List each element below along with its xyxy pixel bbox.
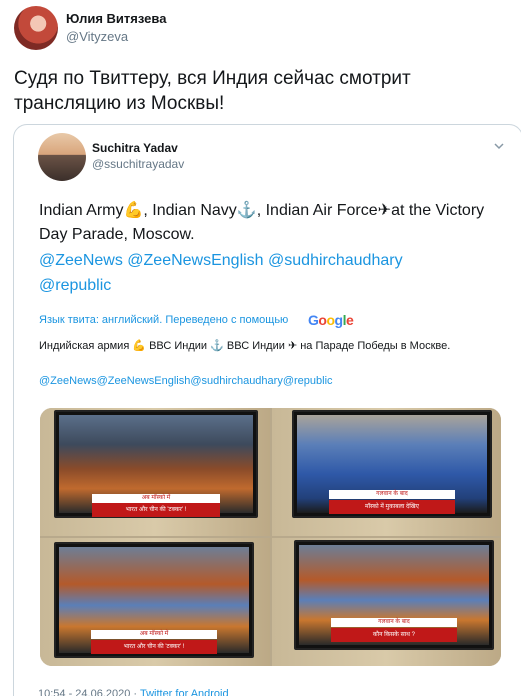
tweet-text: Судя по Твиттеру, вся Индия сейчас смотр…: [14, 68, 411, 114]
google-logo-letter: g: [334, 312, 344, 328]
photo-grid[interactable]: अब मॉस्को में भारत और चीन की 'टक्कर' ! ग…: [40, 408, 501, 666]
banner-top: अब मॉस्को में: [92, 494, 220, 503]
tv-screen: अब मॉस्को में भारत और चीन की 'टक्कर' !: [54, 542, 254, 658]
author-handle[interactable]: @Vityzeva: [66, 29, 128, 44]
translation-mentions[interactable]: @ZeeNews@ZeeNewsEnglish@sudhirchaudhary@…: [39, 375, 333, 387]
mention-link[interactable]: @sudhirchaudhary: [268, 252, 403, 269]
photo[interactable]: अब मॉस्को में भारत और चीन की 'टक्कर' !: [40, 538, 270, 666]
banner: मॉस्को में मुकाबला देखिए: [329, 500, 455, 514]
google-logo-letter: G: [308, 312, 319, 328]
tv-screen: अब मॉस्को में भारत और चीन की 'टक्कर' !: [54, 410, 258, 518]
quoted-author-handle[interactable]: @ssuchitrayadav: [92, 157, 184, 171]
banner-top: अब मॉस्को में: [91, 630, 217, 639]
chevron-down-icon[interactable]: [492, 139, 506, 153]
banner: भारत और चीन की 'टक्कर' !: [92, 503, 220, 517]
google-logo-letter: e: [345, 312, 354, 328]
quoted-tweet-text: Indian Army💪, Indian Navy⚓, Indian Air F…: [39, 202, 485, 243]
tweet-meta: 10:54 - 24.06.2020 · Twitter for Android: [38, 688, 229, 696]
quoted-avatar[interactable]: [38, 133, 86, 181]
google-logo: Google: [308, 312, 354, 328]
source-link[interactable]: Twitter for Android: [140, 688, 229, 696]
mention-link[interactable]: @ZeeNews: [39, 252, 123, 269]
timestamp[interactable]: 10:54 - 24.06.2020: [38, 688, 130, 696]
mention-link[interactable]: @republic: [39, 277, 111, 294]
tweet-header: Юлия Витязева @Vityzeva: [14, 6, 514, 52]
mention-link[interactable]: @ZeeNewsEnglish: [127, 252, 263, 269]
banner-top: गलवान के बाद: [329, 490, 455, 499]
tv-screen: गलवान के बाद कौन किसके साथ ?: [294, 540, 494, 650]
tv-screen: गलवान के बाद मॉस्को में मुकाबला देखिए: [292, 410, 492, 518]
translation-text: Индийская армия 💪 ВВС Индии ⚓ ВВС Индии …: [39, 340, 451, 352]
photo[interactable]: गलवान के बाद मॉस्को में मुकाबला देखिए: [272, 408, 501, 536]
banner: भारत और चीन की 'टक्कर' !: [91, 640, 217, 654]
author-name[interactable]: Юлия Витязева: [66, 11, 166, 26]
quoted-mentions: @ZeeNews @ZeeNewsEnglish @sudhirchaudhar…: [39, 248, 509, 298]
photo[interactable]: गलवान के बाद कौन किसके साथ ?: [272, 538, 501, 666]
banner: कौन किसके साथ ?: [331, 628, 457, 642]
banner-top: गलवान के बाद: [331, 618, 457, 627]
translate-label[interactable]: Язык твита: английский. Переведено с пом…: [39, 314, 288, 326]
quoted-author-name[interactable]: Suchitra Yadav: [92, 141, 178, 155]
google-logo-letter: o: [326, 312, 335, 328]
quoted-tweet-card[interactable]: Suchitra Yadav @ssuchitrayadav Indian Ar…: [13, 124, 521, 696]
photo[interactable]: अब मॉस्को में भारत और चीन की 'टक्कर' !: [40, 408, 270, 536]
avatar[interactable]: [14, 6, 58, 50]
